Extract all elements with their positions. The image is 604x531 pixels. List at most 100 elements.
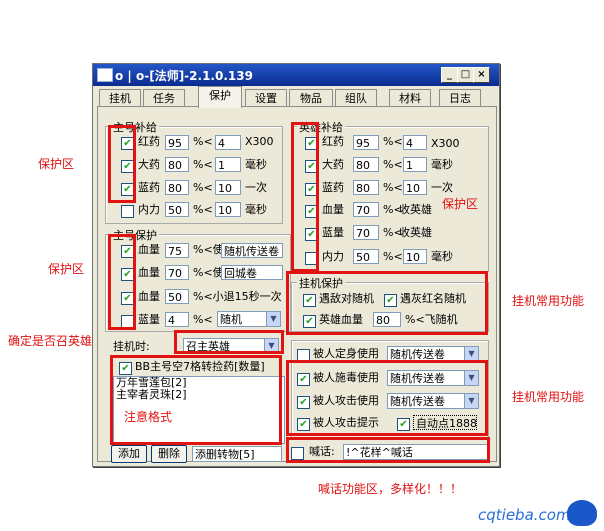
unit: 收英雄 — [399, 203, 432, 216]
label: 蓝药 — [138, 181, 160, 194]
pct-input[interactable]: 95 — [353, 135, 379, 150]
sym: %< — [193, 203, 213, 216]
label: 血量 — [138, 266, 160, 279]
chevron-down-icon[interactable]: ▼ — [266, 312, 280, 326]
minimize-button[interactable]: _ — [441, 67, 458, 83]
val-input[interactable]: 4 — [215, 135, 241, 150]
highlight-bb-list — [110, 355, 282, 445]
highlight-shout — [286, 437, 490, 463]
label: 内力 — [138, 203, 160, 216]
sym: %< — [383, 158, 403, 171]
tab-task[interactable]: 任务 — [143, 89, 185, 107]
highlight-main-supply-checks — [108, 125, 136, 203]
logo-icon — [567, 500, 597, 526]
unit: 毫秒 — [245, 158, 267, 171]
sym: %< — [193, 158, 213, 171]
pct-input[interactable]: 75 — [165, 243, 189, 258]
val-input[interactable]: 10 — [215, 202, 241, 217]
sym: %< — [193, 181, 213, 194]
tab-items[interactable]: 物品 — [289, 89, 333, 107]
pct-input[interactable]: 80 — [165, 180, 189, 195]
sym: %<使 — [193, 243, 224, 256]
label: 内力 — [322, 250, 344, 263]
pct-input[interactable]: 80 — [353, 180, 379, 195]
sym: %<使 — [193, 266, 224, 279]
label: 红药 — [322, 135, 344, 148]
transfer-input[interactable]: 添删转物[5] — [192, 446, 282, 462]
highlight-passive — [286, 360, 488, 436]
title-bar: o | o-[法师]-2.1.0.139 _ □ × — [93, 64, 499, 86]
val-input[interactable]: 10 — [215, 180, 241, 195]
tab-log[interactable]: 日志 — [439, 89, 481, 107]
add-button[interactable]: 添加 — [111, 445, 147, 463]
tab-team[interactable]: 组队 — [335, 89, 377, 107]
note-protect-2: 保护区 — [48, 262, 85, 276]
maximize-button[interactable]: □ — [457, 67, 474, 83]
val-input[interactable]: 10 — [403, 180, 427, 195]
pct-input[interactable]: 70 — [353, 225, 379, 240]
label: 大药 — [138, 158, 160, 171]
pct-input[interactable]: 70 — [165, 265, 189, 280]
mp-action-select[interactable]: 随机 ▼ — [217, 311, 281, 327]
tab-settings[interactable]: 设置 — [245, 89, 287, 107]
watermark: cqtieba.com — [478, 506, 571, 524]
val-input[interactable]: 10 — [403, 249, 427, 264]
close-button[interactable]: × — [473, 67, 490, 83]
window-title: o | o-[法师]-2.1.0.139 — [115, 69, 253, 83]
unit: 毫秒 — [245, 203, 267, 216]
unit: 毫秒 — [431, 158, 453, 171]
val-input[interactable]: 4 — [403, 135, 427, 150]
note-shout: 喊话功能区，多样化！！！ — [318, 482, 463, 496]
hook-time-label: 挂机时: — [113, 340, 150, 353]
unit: 一次 — [245, 181, 267, 194]
pct-input[interactable]: 80 — [165, 157, 189, 172]
sym: %< — [193, 313, 213, 326]
val-input[interactable]: 1 — [403, 157, 427, 172]
label: 蓝药 — [322, 181, 344, 194]
sym: %< — [383, 135, 403, 148]
unit: 一次 — [431, 181, 453, 194]
select-value: 随机 — [220, 313, 242, 326]
note-hook-func-1: 挂机常用功能 — [512, 294, 585, 308]
note-hero-confirm: 确定是否召英雄 — [8, 334, 93, 348]
label: 血量 — [322, 203, 344, 216]
label: 血量 — [138, 290, 160, 303]
highlight-main-protect-checks — [108, 234, 136, 330]
tab-materials[interactable]: 材料 — [389, 89, 431, 107]
unit: X300 — [431, 137, 460, 150]
pct-input[interactable]: 95 — [165, 135, 189, 150]
highlight-hook-time — [174, 330, 284, 354]
pct-input[interactable]: 80 — [353, 157, 379, 172]
pct-input[interactable]: 50 — [165, 202, 189, 217]
item-input[interactable]: 回城卷 — [221, 265, 283, 280]
sym: %< — [193, 135, 213, 148]
pct-input[interactable]: 4 — [165, 312, 189, 327]
sym: %< — [383, 250, 403, 263]
tab-hook[interactable]: 挂机 — [99, 89, 141, 107]
unit: X300 — [245, 135, 274, 148]
val-input[interactable]: 1 — [215, 157, 241, 172]
main-mp-checkbox[interactable] — [121, 205, 134, 218]
tab-protect[interactable]: 保护 — [198, 86, 242, 108]
sym: %<小退15秒一次 — [193, 290, 282, 303]
item-input[interactable]: 随机传送卷 — [221, 243, 283, 258]
highlight-hero-supply-checks — [291, 122, 319, 272]
label: 红药 — [138, 135, 160, 148]
note-protect-3: 保护区 — [442, 197, 479, 211]
highlight-hook-protect — [286, 271, 488, 335]
unit: 毫秒 — [431, 250, 453, 263]
pct-input[interactable]: 50 — [165, 289, 189, 304]
app-icon — [97, 68, 113, 82]
note-hook-func-2: 挂机常用功能 — [512, 390, 585, 404]
label: 大药 — [322, 158, 344, 171]
pct-input[interactable]: 50 — [353, 249, 379, 264]
note-protect-1: 保护区 — [38, 157, 75, 171]
unit: 收英雄 — [399, 226, 432, 239]
label: 蓝量 — [138, 313, 160, 326]
delete-button[interactable]: 删除 — [151, 445, 187, 463]
label: 血量 — [138, 243, 160, 256]
freeze-label: 被人定身使用 — [313, 347, 379, 360]
pct-input[interactable]: 70 — [353, 202, 379, 217]
chevron-down-icon[interactable]: ▼ — [464, 347, 478, 361]
label: 蓝量 — [322, 226, 344, 239]
